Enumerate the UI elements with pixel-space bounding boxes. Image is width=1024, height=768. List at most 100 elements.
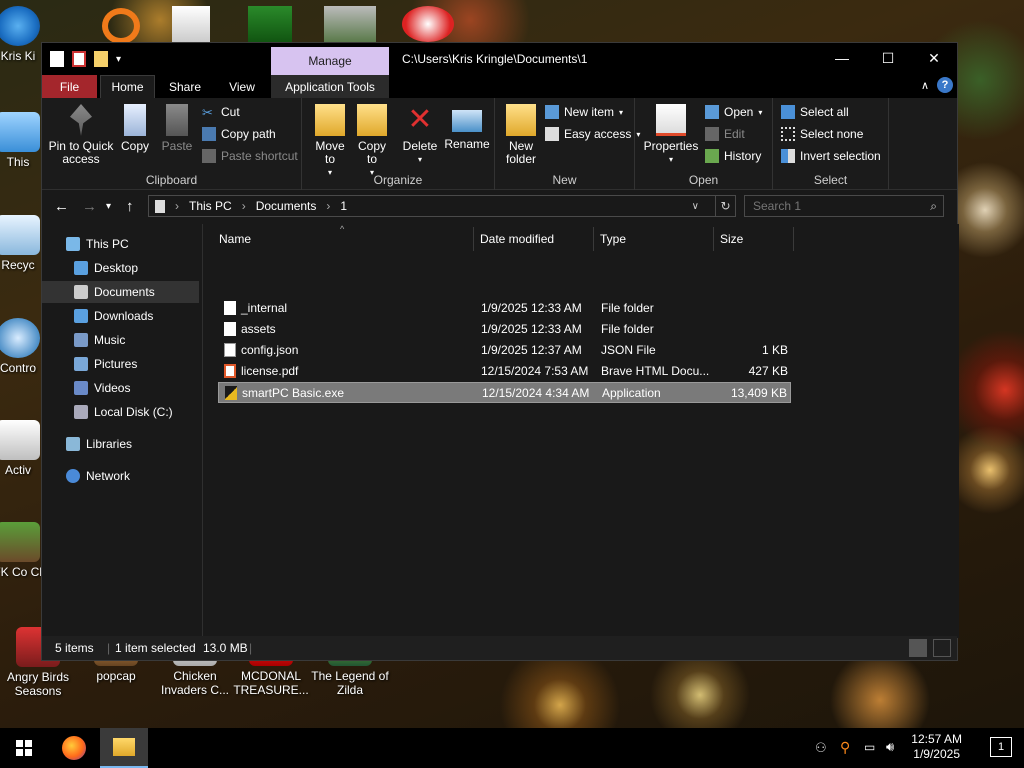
paste-button[interactable]: Paste (160, 102, 194, 153)
select-none-button[interactable]: Select none (781, 127, 863, 141)
back-button[interactable]: ← (54, 198, 69, 215)
forward-button[interactable]: → (82, 198, 97, 215)
window-icon (50, 51, 64, 67)
invert-selection-button[interactable]: Invert selection (781, 149, 881, 163)
search-tray-icon[interactable]: ⚲ (840, 739, 850, 756)
move-to-label: Move to (315, 139, 345, 166)
file-type: Brave HTML Docu... (601, 364, 710, 378)
new-folder-button[interactable]: New folder (501, 102, 541, 166)
tab-home[interactable]: Home (100, 75, 155, 98)
nav-item-libraries[interactable]: Libraries (66, 433, 132, 455)
easy-access-button[interactable]: Easy access ▾ (545, 127, 640, 141)
address-bar[interactable]: › This PC › Documents › 1 ∨ (148, 195, 716, 217)
christmas-tree-icon[interactable] (248, 6, 292, 42)
nav-item-desktop[interactable]: Desktop (74, 257, 138, 279)
customize-toolbar-icon[interactable]: ▾ (116, 54, 121, 65)
table-row[interactable]: config.json 1/9/2025 12:37 AM JSON File … (218, 340, 791, 361)
tab-application-tools[interactable]: Application Tools (271, 75, 389, 98)
search-input[interactable] (745, 196, 943, 216)
nav-item-this-pc[interactable]: This PC (66, 233, 129, 255)
recent-locations-button[interactable]: ▾ (106, 201, 111, 212)
quick-access-toolbar: ▾ (50, 51, 121, 67)
copy-button[interactable]: Copy (118, 102, 152, 153)
political-2020-icon[interactable] (402, 6, 454, 42)
column-header-name[interactable]: Name (203, 227, 474, 251)
scissors-icon: ✂ (202, 105, 213, 120)
breadcrumb-documents[interactable]: Documents (256, 199, 317, 213)
up-button[interactable]: ↑ (126, 198, 134, 215)
large-icons-view-icon[interactable] (933, 639, 951, 657)
easy-access-label: Easy access (564, 127, 632, 141)
new-group: New folder New item ▾ Easy access ▾ New (495, 98, 640, 190)
origin-icon[interactable] (102, 8, 140, 44)
new-item-button[interactable]: New item ▾ (545, 105, 623, 119)
file-size: 1 KB (761, 343, 788, 357)
nav-item-label: Downloads (94, 309, 154, 323)
manage-context-tab[interactable]: Manage (271, 47, 389, 75)
refresh-button[interactable]: ↻ (716, 195, 736, 217)
edit-button[interactable]: Edit (705, 127, 745, 141)
pin-quick-access-button[interactable]: Pin to Quick access (48, 102, 114, 166)
nav-item-documents[interactable]: Documents (42, 281, 199, 303)
move-to-button[interactable]: Move to ▾ (310, 102, 350, 179)
taskbar-firefox[interactable] (50, 728, 98, 768)
table-row[interactable]: license.pdf 12/15/2024 7:53 AM Brave HTM… (218, 361, 791, 382)
clipboard-group: Pin to Quick access Copy Paste ✂ Cut Cop… (42, 98, 302, 190)
cut-button[interactable]: ✂ Cut (202, 105, 240, 120)
network-tray-icon[interactable]: ▭ (864, 740, 875, 754)
column-header-size[interactable]: Size (714, 227, 794, 251)
breadcrumb-this-pc[interactable]: This PC (189, 199, 232, 213)
tab-file[interactable]: File (42, 75, 97, 98)
nav-item-pictures[interactable]: Pictures (74, 353, 137, 375)
videos-icon (74, 381, 88, 395)
copy-path-button[interactable]: Copy path (202, 127, 276, 141)
rename-button[interactable]: Rename (444, 102, 490, 151)
new-folder-icon[interactable] (94, 51, 108, 67)
nav-item-local-disk[interactable]: Local Disk (C:) (74, 401, 173, 423)
start-button[interactable] (0, 728, 48, 768)
column-header-date[interactable]: Date modified (474, 227, 594, 251)
document-icon[interactable] (172, 6, 210, 42)
table-row[interactable]: assets 1/9/2025 12:33 AM File folder (218, 319, 791, 340)
nav-item-label: Videos (94, 381, 131, 395)
breadcrumb-1[interactable]: 1 (340, 199, 347, 213)
rename-icon (452, 110, 482, 132)
pictures-icon (74, 357, 88, 371)
nav-item-music[interactable]: Music (74, 329, 125, 351)
properties-button[interactable]: Properties ▾ (641, 102, 701, 166)
new-group-label: New (552, 173, 577, 187)
notification-center-button[interactable]: 1 (990, 737, 1012, 757)
nav-item-videos[interactable]: Videos (74, 377, 130, 399)
nav-item-network[interactable]: Network (66, 465, 130, 487)
downloads-icon (74, 309, 88, 323)
column-header-type[interactable]: Type (594, 227, 714, 251)
address-dropdown-icon[interactable]: ∨ (692, 201, 699, 212)
details-view-icon[interactable] (909, 639, 927, 657)
organize-group-label: Organize (373, 173, 423, 187)
clock[interactable]: 12:57 AM 1/9/2025 (911, 732, 962, 762)
minimize-button[interactable]: — (819, 43, 865, 73)
paste-shortcut-button[interactable]: Paste shortcut (202, 149, 298, 163)
taskbar-file-explorer[interactable] (100, 728, 148, 768)
open-button[interactable]: Open ▾ (705, 105, 762, 119)
folder-icon (224, 301, 236, 315)
close-button[interactable]: ✕ (911, 43, 957, 73)
table-row-selected[interactable]: smartPC Basic.exe 12/15/2024 4:34 AM App… (218, 382, 791, 403)
maximize-button[interactable]: ☐ (865, 43, 911, 73)
people-tray-icon[interactable]: ⚇ (815, 740, 827, 756)
delete-button[interactable]: ✕ Delete ▾ (400, 102, 440, 166)
history-button[interactable]: History (705, 149, 761, 163)
collapse-ribbon-icon[interactable]: ∧ (921, 79, 929, 92)
file-type: File folder (601, 322, 654, 336)
select-all-button[interactable]: Select all (781, 105, 849, 119)
clipboard-icon (166, 104, 188, 136)
tab-share[interactable]: Share (160, 75, 210, 98)
tab-view[interactable]: View (217, 75, 267, 98)
copy-to-button[interactable]: Copy to ▾ (352, 102, 392, 179)
table-row[interactable]: _internal 1/9/2025 12:33 AM File folder (218, 298, 791, 319)
properties-icon[interactable] (72, 51, 86, 67)
volume-icon[interactable]: 🔊︎ (886, 739, 894, 755)
nav-item-downloads[interactable]: Downloads (74, 305, 153, 327)
help-button[interactable]: ? (937, 77, 953, 93)
game-icon[interactable] (324, 6, 376, 42)
